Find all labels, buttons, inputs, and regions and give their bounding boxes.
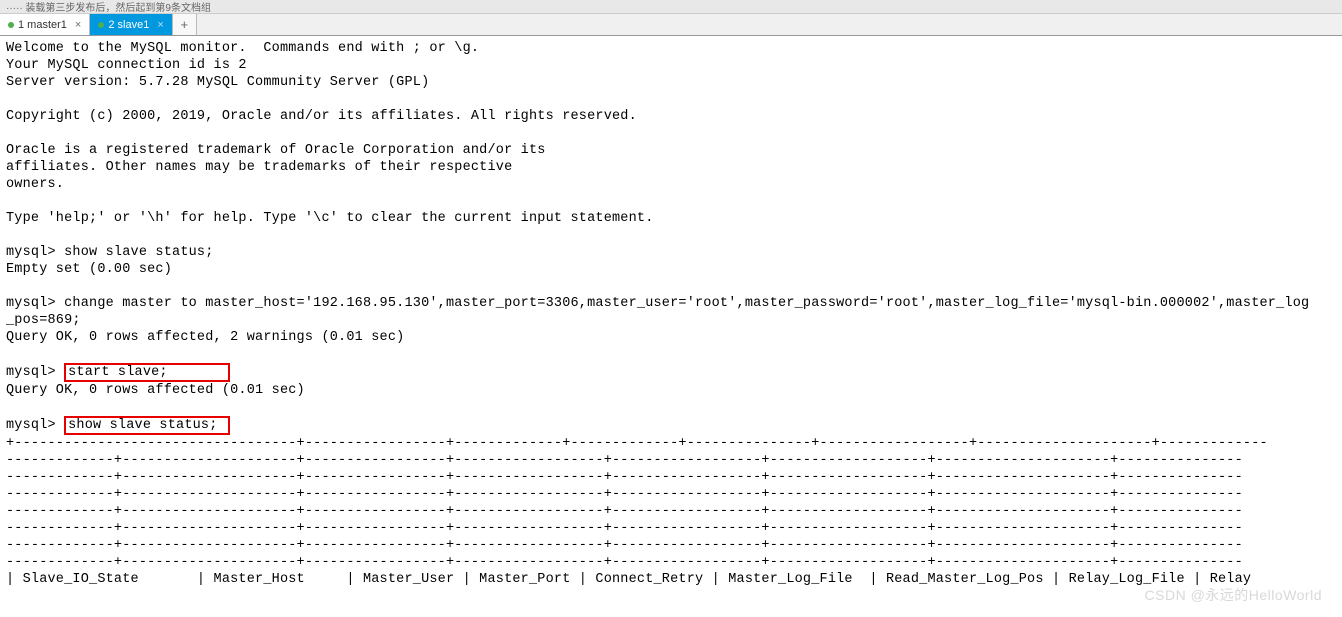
terminal-output[interactable]: Welcome to the MySQL monitor. Commands e… <box>0 36 1342 592</box>
term-line: Welcome to the MySQL monitor. Commands e… <box>6 41 479 56</box>
term-line: owners. <box>6 177 64 192</box>
term-line: Query OK, 0 rows affected (0.01 sec) <box>6 383 305 398</box>
table-sep: -------------+---------------------+----… <box>6 487 1243 502</box>
term-line: Server version: 5.7.28 MySQL Community S… <box>6 75 429 90</box>
term-line: affiliates. Other names may be trademark… <box>6 160 512 175</box>
tab-slave1[interactable]: 2 slave1 × <box>90 14 172 35</box>
highlighted-command: start slave; <box>64 363 230 382</box>
highlighted-command: show slave status; <box>64 416 230 435</box>
plus-icon: + <box>180 17 188 32</box>
term-line: _pos=869; <box>6 313 81 328</box>
tab-label: 1 master1 <box>18 19 67 31</box>
table-sep: -------------+---------------------+----… <box>6 555 1243 570</box>
term-line: Your MySQL connection id is 2 <box>6 58 247 73</box>
status-dot-icon <box>98 22 104 28</box>
topbar-hint: ····· 装载第三步发布后，然后起到第9条文档组 <box>6 0 211 14</box>
term-line: Oracle is a registered trademark of Orac… <box>6 143 546 158</box>
term-prompt: mysql> <box>6 418 64 433</box>
term-prompt: mysql> <box>6 365 64 380</box>
close-icon[interactable]: × <box>75 19 81 31</box>
tab-label: 2 slave1 <box>108 19 149 31</box>
term-line: Type 'help;' or '\h' for help. Type '\c'… <box>6 211 654 226</box>
term-line: mysql> show slave status; <box>6 245 214 260</box>
term-line: mysql> change master to master_host='192… <box>6 296 1309 311</box>
table-sep: -------------+---------------------+----… <box>6 521 1243 536</box>
status-dot-icon <box>8 22 14 28</box>
close-icon[interactable]: × <box>157 19 163 31</box>
tab-master1[interactable]: 1 master1 × <box>0 14 90 35</box>
table-sep: -------------+---------------------+----… <box>6 504 1243 519</box>
term-line: Copyright (c) 2000, 2019, Oracle and/or … <box>6 109 637 124</box>
term-line: Empty set (0.00 sec) <box>6 262 172 277</box>
table-sep: -------------+---------------------+----… <box>6 538 1243 553</box>
table-sep: -------------+---------------------+----… <box>6 453 1243 468</box>
table-sep: -------------+---------------------+----… <box>6 470 1243 485</box>
tab-bar: 1 master1 × 2 slave1 × + <box>0 14 1342 36</box>
app-topbar: ····· 装载第三步发布后，然后起到第9条文档组 <box>0 0 1342 14</box>
table-sep: +----------------------------------+----… <box>6 436 1268 451</box>
add-tab-button[interactable]: + <box>173 14 197 35</box>
table-header-row: | Slave_IO_State | Master_Host | Master_… <box>6 572 1251 587</box>
term-line: Query OK, 0 rows affected, 2 warnings (0… <box>6 330 404 345</box>
